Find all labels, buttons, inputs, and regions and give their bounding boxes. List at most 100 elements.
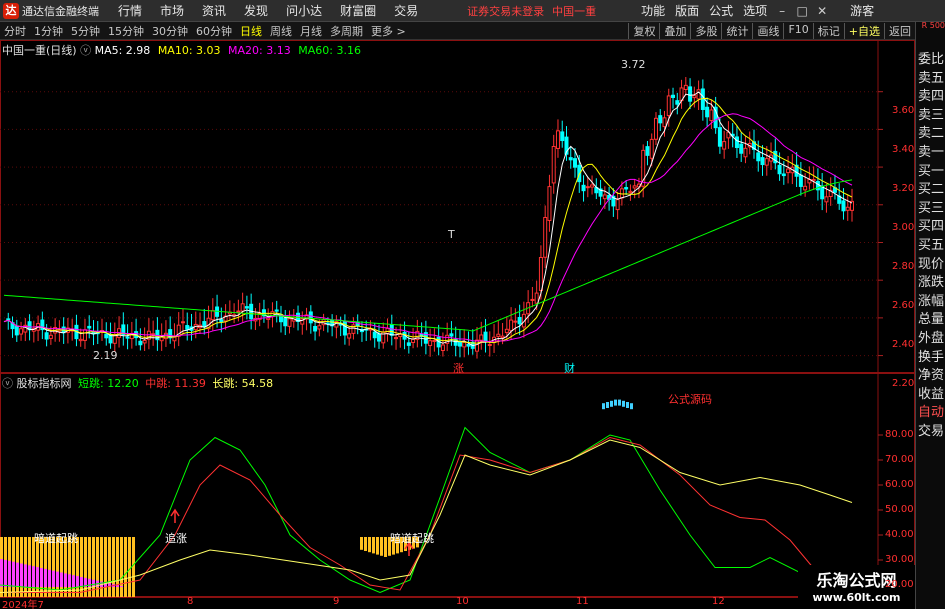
tool-stats[interactable]: 统计 (721, 22, 752, 39)
side-item-9[interactable]: 买四 (918, 215, 944, 234)
ma10-line (3, 97, 853, 344)
dropdown-icon-2[interactable]: ⓥ (2, 377, 17, 390)
period-monthly[interactable]: 月线 (296, 23, 326, 39)
bar-magenta (48, 569, 51, 587)
tool-adjust[interactable]: 复权 (628, 22, 659, 39)
side-item-17[interactable]: 净资 (918, 364, 944, 383)
menu-news[interactable]: 资讯 (193, 2, 235, 19)
candlestick-chart[interactable] (0, 40, 915, 373)
bar-magenta (36, 567, 39, 587)
bar-yellow (60, 537, 63, 597)
guest-user[interactable]: 游客 (850, 2, 874, 19)
side-item-16[interactable]: 换手 (918, 346, 944, 365)
menu-discover[interactable]: 发现 (235, 2, 277, 19)
close-icon[interactable]: ✕ (812, 4, 832, 18)
menu-ask[interactable]: 问小达 (277, 2, 331, 19)
tool-mark[interactable]: 标记 (812, 22, 844, 39)
menu-wealth[interactable]: 财富圈 (331, 2, 385, 19)
side-item-8[interactable]: 买三 (918, 197, 944, 216)
side-item-0[interactable]: 委比 (918, 48, 944, 67)
menu-trade[interactable]: 交易 (385, 2, 427, 19)
menu-function[interactable]: 功能 (636, 2, 670, 19)
side-item-13[interactable]: 涨幅 (918, 290, 944, 309)
period-more[interactable]: 更多 > (367, 23, 410, 39)
candle-up (287, 318, 292, 327)
candle-up (487, 344, 492, 347)
candle-up (786, 168, 791, 174)
side-item-12[interactable]: 涨跌 (918, 271, 944, 290)
side-item-14[interactable]: 总量 (918, 308, 944, 327)
menu-options[interactable]: 选项 (738, 2, 772, 19)
candle-up (590, 184, 595, 188)
minimize-icon[interactable]: – (772, 4, 792, 18)
menu-layout[interactable]: 版面 (670, 2, 704, 19)
bar-yellow (104, 537, 107, 597)
period-daily[interactable]: 日线 (236, 23, 266, 39)
tool-back[interactable]: 返回 (884, 22, 915, 39)
side-item-6[interactable]: 买一 (918, 160, 944, 179)
price-tick: 2.60 (892, 300, 915, 311)
candle-up (845, 206, 850, 211)
candle-down (517, 317, 522, 325)
side-item-3[interactable]: 卖三 (918, 104, 944, 123)
dropdown-icon[interactable]: ⓥ (80, 44, 95, 57)
tool-overlay[interactable]: 叠加 (659, 22, 690, 39)
candle-down (44, 332, 49, 340)
side-item-10[interactable]: 买五 (918, 234, 944, 253)
tool-add-watch[interactable]: +自选 (843, 22, 884, 39)
side-item-5[interactable]: 卖一 (918, 141, 944, 160)
period-weekly[interactable]: 周线 (266, 23, 296, 39)
period-15min[interactable]: 15分钟 (104, 23, 148, 39)
period-5min[interactable]: 5分钟 (67, 23, 104, 39)
side-item-15[interactable]: 外盘 (918, 327, 944, 346)
bar-magenta (12, 561, 15, 587)
price-tick: 3.20 (892, 183, 915, 194)
tool-multistock[interactable]: 多股 (690, 22, 721, 39)
side-item-18[interactable]: 收益 (918, 383, 944, 402)
period-60min[interactable]: 60分钟 (192, 23, 236, 39)
menu-market[interactable]: 市场 (151, 2, 193, 19)
candle-up (555, 130, 560, 149)
candles (6, 76, 854, 359)
period-1min[interactable]: 1分钟 (30, 23, 67, 39)
candle-down (841, 200, 846, 212)
side-item-11[interactable]: 现价 (918, 253, 944, 272)
side-item-19[interactable]: 自动 (918, 401, 944, 420)
indicator-tick: 80.00 (885, 429, 914, 440)
indicator-tick: 60.00 (885, 479, 914, 490)
side-item-2[interactable]: 卖四 (918, 85, 944, 104)
candle-up (534, 292, 539, 304)
candle-up (440, 344, 445, 352)
price-tick: 3.60 (892, 105, 915, 116)
side-item-7[interactable]: 买二 (918, 178, 944, 197)
candle-down (705, 106, 710, 118)
indicator-chart[interactable] (0, 373, 915, 597)
menu-formula[interactable]: 公式 (704, 2, 738, 19)
candle-up (394, 337, 399, 340)
period-tick[interactable]: 分时 (0, 23, 30, 39)
candle-up (803, 185, 808, 191)
maximize-icon[interactable]: □ (792, 4, 812, 18)
up-arrow-icon (170, 508, 180, 523)
candle-up (683, 84, 688, 91)
tool-draw[interactable]: 画线 (752, 22, 783, 39)
side-item-1[interactable]: 卖五 (918, 67, 944, 86)
bar-cyan (630, 403, 633, 410)
period-30min[interactable]: 30分钟 (148, 23, 192, 39)
menu-quotes[interactable]: 行情 (109, 2, 151, 19)
bar-cyan (602, 403, 605, 410)
side-item-4[interactable]: 卖二 (918, 122, 944, 141)
period-multi[interactable]: 多周期 (326, 23, 367, 39)
indicator-tick: 20.00 (885, 579, 914, 590)
indicator-tick: 70.00 (885, 454, 914, 465)
candle-down (389, 324, 394, 336)
tool-f10[interactable]: F10 (783, 22, 812, 39)
bar-cyan (626, 402, 629, 408)
date-tick: 12 (712, 596, 725, 607)
main-menu: 行情 市场 资讯 发现 问小达 财富圈 交易 (109, 2, 427, 19)
candle-up (266, 317, 271, 320)
candle-down (756, 152, 761, 162)
short-label: 短跳: 12.20 (78, 377, 139, 390)
trade-status[interactable]: 证券交易未登录 中国一重 (467, 3, 596, 19)
side-item-20[interactable]: 交易 (918, 420, 944, 439)
